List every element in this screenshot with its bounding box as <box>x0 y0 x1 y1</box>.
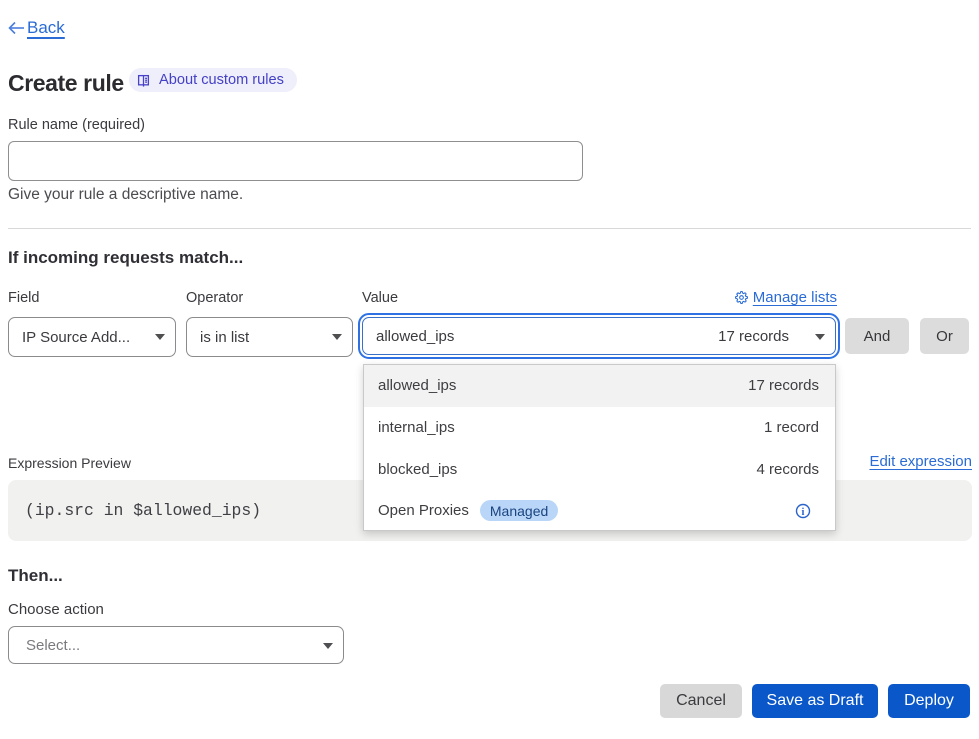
svg-text:i: i <box>802 507 805 518</box>
